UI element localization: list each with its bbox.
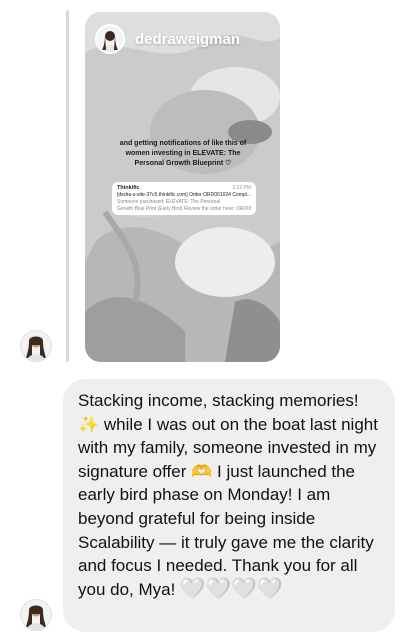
profile-photo-icon: [21, 600, 51, 630]
story-reply-line: [66, 10, 69, 362]
notification-line: Someone purchased: ELEVATE: The Personal: [117, 199, 221, 205]
story-header: dedraweigman: [95, 24, 240, 54]
white-hearts-icon: 🤍🤍🤍🤍: [180, 577, 284, 600]
sender-avatar[interactable]: [20, 330, 52, 362]
notification-line: Growth Blue Print (Early Bird) Review th…: [117, 206, 251, 212]
profile-photo-icon: [21, 331, 51, 361]
sender-avatar[interactable]: [20, 599, 52, 631]
heart-hands-icon: 🫶: [191, 461, 213, 481]
message-text-part: Stacking income, stacking memories!: [78, 391, 359, 410]
story-caption: and getting notifications of like this o…: [99, 139, 267, 169]
story-username: dedraweigman: [135, 30, 241, 48]
message-text: Stacking income, stacking memories! ✨ wh…: [78, 389, 381, 601]
sparkles-icon: ✨: [78, 414, 100, 434]
notification-app-name: Thinkific: [117, 185, 140, 191]
story-caption-line: Personal Growth Blueprint ♡: [134, 160, 232, 167]
story-caption-line: women investing in ELEVATE: The: [125, 150, 241, 157]
story-reply-card[interactable]: dedraweigman and getting notifications o…: [85, 12, 280, 362]
story-caption-line: and getting notifications of like this o…: [119, 140, 247, 147]
message-thread: dedraweigman and getting notifications o…: [0, 0, 400, 640]
notification-line: [dedra-s-site-37c5.thinkific.com] Order …: [117, 192, 251, 198]
story-avatar: [95, 24, 125, 54]
notification-screenshot: Thinkific 3:22 PM [dedra-s-site-37c5.thi…: [112, 182, 256, 215]
message-bubble[interactable]: Stacking income, stacking memories! ✨ wh…: [63, 379, 395, 632]
notification-time: 3:22 PM: [232, 185, 251, 191]
profile-photo-icon: [97, 26, 123, 52]
